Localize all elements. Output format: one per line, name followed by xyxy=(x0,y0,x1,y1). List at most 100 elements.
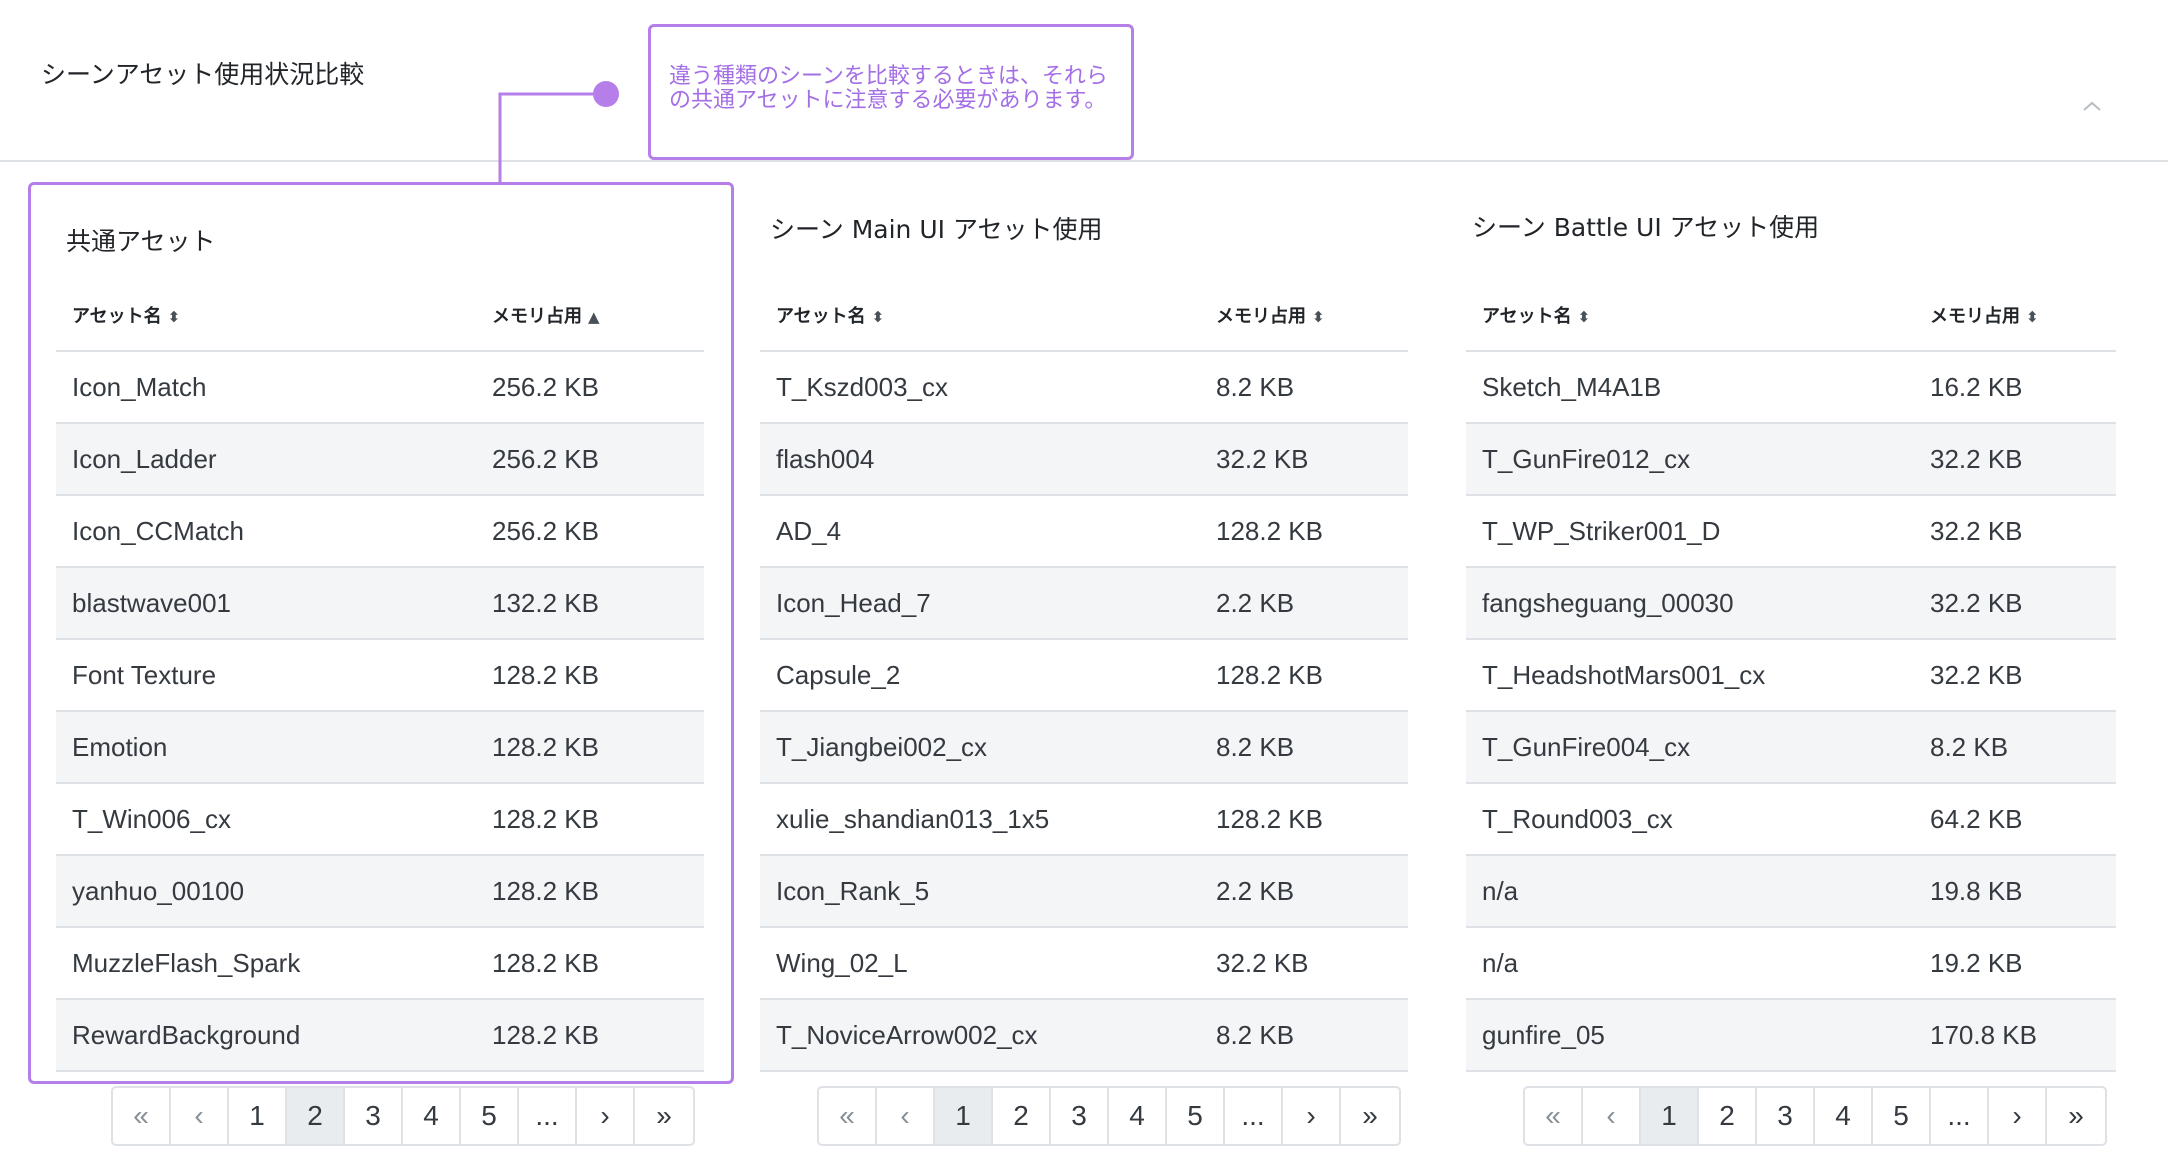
page-3-button[interactable]: 3 xyxy=(345,1088,403,1144)
chevron-up-icon[interactable] xyxy=(2078,96,2106,116)
table-row[interactable]: Wing_02_L 32.2 KB xyxy=(760,927,1408,1000)
table-row[interactable]: Icon_CCMatch 256.2 KB xyxy=(56,495,704,568)
table-row[interactable]: AD_4 128.2 KB xyxy=(760,495,1408,568)
prev-page-button[interactable]: ‹ xyxy=(1583,1088,1641,1144)
table-row[interactable]: T_Round003_cx 64.2 KB xyxy=(1466,783,2116,856)
memory-cell: 8.2 KB xyxy=(1200,711,1408,784)
memory-cell: 8.2 KB xyxy=(1200,351,1408,424)
table-row[interactable]: RewardBackground 128.2 KB xyxy=(56,999,704,1072)
table-row[interactable]: Font Texture 128.2 KB xyxy=(56,639,704,712)
column-header-memory[interactable]: メモリ占用 ⬍ xyxy=(1200,280,1408,352)
table-row[interactable]: T_WP_Striker001_D 32.2 KB xyxy=(1466,495,2116,568)
page-2-button[interactable]: 2 xyxy=(1699,1088,1757,1144)
page-4-button[interactable]: 4 xyxy=(1109,1088,1167,1144)
asset-name-cell: Sketch_M4A1B xyxy=(1466,351,1914,424)
ellipsis-button[interactable]: ... xyxy=(1931,1088,1989,1144)
prev-page-button[interactable]: ‹ xyxy=(171,1088,229,1144)
asset-table: アセット名 ⬍ メモリ占用 ⬍ Sketch_M4A1B 16.2 KB T_GunFi… xyxy=(1466,280,2116,1072)
table-row[interactable]: T_HeadshotMars001_cx 32.2 KB xyxy=(1466,639,2116,712)
asset-name-cell: Capsule_2 xyxy=(760,639,1200,712)
table-row[interactable]: yanhuo_00100 128.2 KB xyxy=(56,855,704,928)
ellipsis-button[interactable]: ... xyxy=(1225,1088,1283,1144)
next-page-button[interactable]: › xyxy=(1283,1088,1341,1144)
column-header-asset-name[interactable]: アセット名 ⬍ xyxy=(56,280,476,352)
memory-cell: 2.2 KB xyxy=(1200,855,1408,928)
first-page-button[interactable]: « xyxy=(819,1088,877,1144)
asset-name-cell: T_GunFire004_cx xyxy=(1466,711,1914,784)
table-row[interactable]: fangsheguang_00030 32.2 KB xyxy=(1466,567,2116,640)
page-3-button[interactable]: 3 xyxy=(1757,1088,1815,1144)
page-4-button[interactable]: 4 xyxy=(403,1088,461,1144)
memory-cell: 128.2 KB xyxy=(1200,783,1408,856)
asset-table: アセット名 ⬍ メモリ占用 ⬍ T_Kszd003_cx 8.2 KB flash004… xyxy=(760,280,1408,1072)
page-1-button[interactable]: 1 xyxy=(935,1088,993,1144)
page-title: シーンアセット使用状況比較 xyxy=(41,60,365,89)
sort-icon: ⬍ xyxy=(1312,308,1325,326)
asset-name-cell: Emotion xyxy=(56,711,476,784)
page-3-button[interactable]: 3 xyxy=(1051,1088,1109,1144)
page-1-button[interactable]: 1 xyxy=(229,1088,287,1144)
first-page-button[interactable]: « xyxy=(1525,1088,1583,1144)
sort-asc-icon: ▲ xyxy=(588,308,600,326)
page-5-button[interactable]: 5 xyxy=(1167,1088,1225,1144)
column-header-memory[interactable]: メモリ占用 ⬍ xyxy=(1914,280,2116,352)
memory-cell: 128.2 KB xyxy=(476,639,704,712)
asset-table: アセット名 ⬍ メモリ占用 ▲ Icon_Match 256.2 KB Icon_Lad… xyxy=(56,280,704,1072)
pagination: «‹ 1 2 3 4 5... ›» xyxy=(111,1086,695,1146)
last-page-button[interactable]: » xyxy=(2047,1088,2105,1144)
table-row[interactable]: T_GunFire012_cx 32.2 KB xyxy=(1466,423,2116,496)
table-row[interactable]: flash004 32.2 KB xyxy=(760,423,1408,496)
table-row[interactable]: Emotion 128.2 KB xyxy=(56,711,704,784)
memory-cell: 8.2 KB xyxy=(1914,711,2116,784)
table-row[interactable]: n/a 19.2 KB xyxy=(1466,927,2116,1000)
table-row[interactable]: Icon_Rank_5 2.2 KB xyxy=(760,855,1408,928)
next-page-button[interactable]: › xyxy=(577,1088,635,1144)
table-row[interactable]: n/a 19.8 KB xyxy=(1466,855,2116,928)
table-row[interactable]: xulie_shandian013_1x5 128.2 KB xyxy=(760,783,1408,856)
table-row[interactable]: Icon_Match 256.2 KB xyxy=(56,351,704,424)
memory-cell: 16.2 KB xyxy=(1914,351,2116,424)
table-row[interactable]: Icon_Head_7 2.2 KB xyxy=(760,567,1408,640)
table-row[interactable]: MuzzleFlash_Spark 128.2 KB xyxy=(56,927,704,1000)
table-row[interactable]: blastwave001 132.2 KB xyxy=(56,567,704,640)
column-header-asset-name[interactable]: アセット名 ⬍ xyxy=(1466,280,1914,352)
table-row[interactable]: gunfire_05 170.8 KB xyxy=(1466,999,2116,1072)
next-page-button[interactable]: › xyxy=(1989,1088,2047,1144)
asset-name-cell: Icon_Rank_5 xyxy=(760,855,1200,928)
column-header-memory[interactable]: メモリ占用 ▲ xyxy=(476,280,704,352)
table-row[interactable]: T_NoviceArrow002_cx 8.2 KB xyxy=(760,999,1408,1072)
table-row[interactable]: T_Kszd003_cx 8.2 KB xyxy=(760,351,1408,424)
last-page-button[interactable]: » xyxy=(1341,1088,1399,1144)
page-5-button[interactable]: 5 xyxy=(1873,1088,1931,1144)
asset-name-cell: gunfire_05 xyxy=(1466,999,1914,1072)
page-2-button[interactable]: 2 xyxy=(993,1088,1051,1144)
table-row[interactable]: Sketch_M4A1B 16.2 KB xyxy=(1466,351,2116,424)
asset-name-cell: Icon_Match xyxy=(56,351,476,424)
table-row[interactable]: Icon_Ladder 256.2 KB xyxy=(56,423,704,496)
asset-name-cell: yanhuo_00100 xyxy=(56,855,476,928)
memory-cell: 32.2 KB xyxy=(1914,639,2116,712)
page-2-button[interactable]: 2 xyxy=(287,1088,345,1144)
page-5-button[interactable]: 5 xyxy=(461,1088,519,1144)
column-header-asset-name[interactable]: アセット名 ⬍ xyxy=(760,280,1200,352)
table-row[interactable]: T_Win006_cx 128.2 KB xyxy=(56,783,704,856)
memory-cell: 32.2 KB xyxy=(1914,495,2116,568)
asset-name-cell: n/a xyxy=(1466,927,1914,1000)
last-page-button[interactable]: » xyxy=(635,1088,693,1144)
page-4-button[interactable]: 4 xyxy=(1815,1088,1873,1144)
table-row[interactable]: Capsule_2 128.2 KB xyxy=(760,639,1408,712)
panel-title: 共通アセット xyxy=(66,227,216,256)
memory-cell: 32.2 KB xyxy=(1914,567,2116,640)
asset-name-cell: Wing_02_L xyxy=(760,927,1200,1000)
prev-page-button[interactable]: ‹ xyxy=(877,1088,935,1144)
table-row[interactable]: T_GunFire004_cx 8.2 KB xyxy=(1466,711,2116,784)
page-1-button[interactable]: 1 xyxy=(1641,1088,1699,1144)
pagination: «‹ 1 2 3 4 5... ›» xyxy=(1523,1086,2107,1146)
asset-name-cell: T_GunFire012_cx xyxy=(1466,423,1914,496)
sort-icon: ⬍ xyxy=(871,308,885,326)
table-row[interactable]: T_Jiangbei002_cx 8.2 KB xyxy=(760,711,1408,784)
asset-name-cell: T_NoviceArrow002_cx xyxy=(760,999,1200,1072)
first-page-button[interactable]: « xyxy=(113,1088,171,1144)
memory-cell: 128.2 KB xyxy=(476,855,704,928)
ellipsis-button[interactable]: ... xyxy=(519,1088,577,1144)
